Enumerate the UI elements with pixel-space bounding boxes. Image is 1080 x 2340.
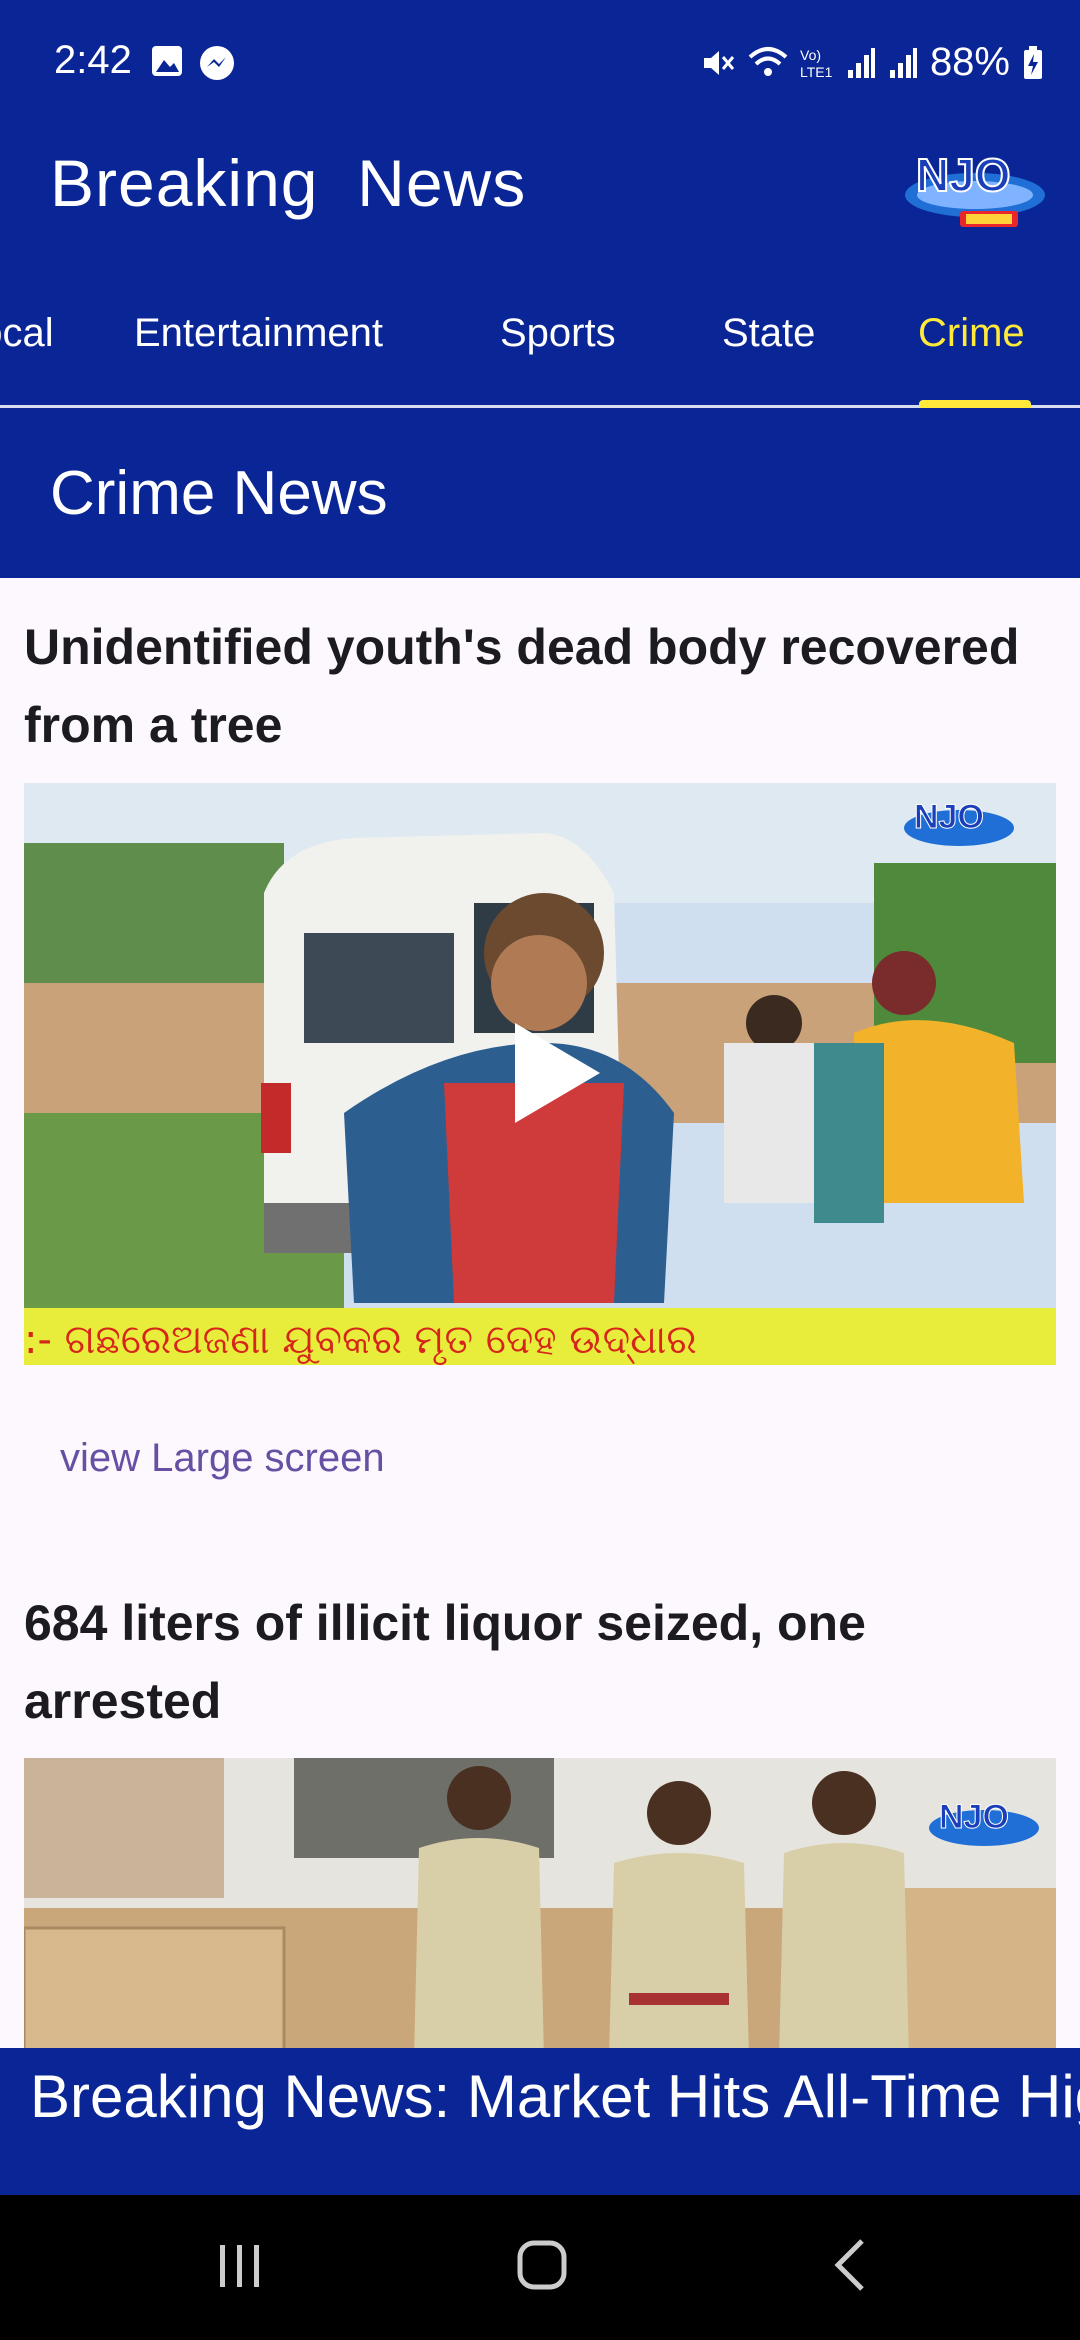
play-icon[interactable] [510,1023,600,1123]
status-system-icons: Vo) LTE1 88% [700,40,1044,85]
video-thumbnail: NJO [24,1758,1056,2048]
recent-apps-icon[interactable] [210,2235,270,2295]
section-title: Crime News [50,459,388,528]
tab-sports[interactable]: Sports [500,311,616,356]
signal-icon [889,47,917,78]
status-time: 2:42 [54,38,132,82]
breaking-news-ticker[interactable]: Breaking News: Market Hits All-Time High [0,2048,1080,2195]
video-player[interactable]: NJO [24,1758,1056,2048]
category-tabs: Local Entertainment Sports State Crime [0,275,1080,408]
svg-text:NJO: NJO [939,1798,1009,1836]
article-headline[interactable]: 684 liters of illicit liquor seized, one… [24,1584,1064,1740]
active-tab-indicator [919,400,1031,408]
section-header: Crime News [0,408,1080,578]
tab-state[interactable]: State [722,311,815,356]
view-large-screen-link[interactable]: view Large screen [60,1436,385,1481]
home-icon[interactable] [512,2235,572,2295]
svg-text:NJO: NJO [914,798,984,836]
status-notification-icons [150,44,236,82]
tab-entertainment[interactable]: Entertainment [134,311,383,356]
status-bar: 2:42 Vo) LTE1 88% [0,0,1080,125]
image-icon [152,46,182,76]
logo-text: NJO [916,149,1011,201]
article-headline[interactable]: Unidentified youth's dead body recovered… [24,608,1064,764]
volte-icon: Vo) LTE1 [800,47,833,80]
video-caption: :- ଗଛରେଅଜଣା ଯୁବକର ମୃତ ଦେହ ଉଦ୍ଧାର [24,1317,697,1365]
signal-icon [847,47,875,78]
battery-percent: 88% [929,40,1010,84]
system-navigation-bar [0,2195,1080,2340]
battery-charging-icon [1024,45,1042,79]
news-feed: Unidentified youth's dead body recovered… [0,578,1080,2048]
channel-logo: NJO [905,148,1045,227]
app-title: Breaking News [50,146,527,220]
video-player[interactable]: NJO :- ଗଛରେଅଜଣା ଯୁବକର ମୃତ ଦେହ ଉଦ୍ଧାର [24,783,1056,1365]
messenger-icon [200,46,234,80]
svg-text:LTE1: LTE1 [800,64,833,80]
back-icon[interactable] [820,2235,880,2295]
app-bar: Breaking News NJO [0,125,1080,275]
svg-text:Vo): Vo) [800,47,821,63]
tab-crime[interactable]: Crime [918,311,1025,356]
mute-icon [703,50,735,75]
tab-local[interactable]: Local [0,311,54,356]
ticker-text: Breaking News: Market Hits All-Time High [30,2063,1080,2130]
wifi-icon [748,46,788,76]
